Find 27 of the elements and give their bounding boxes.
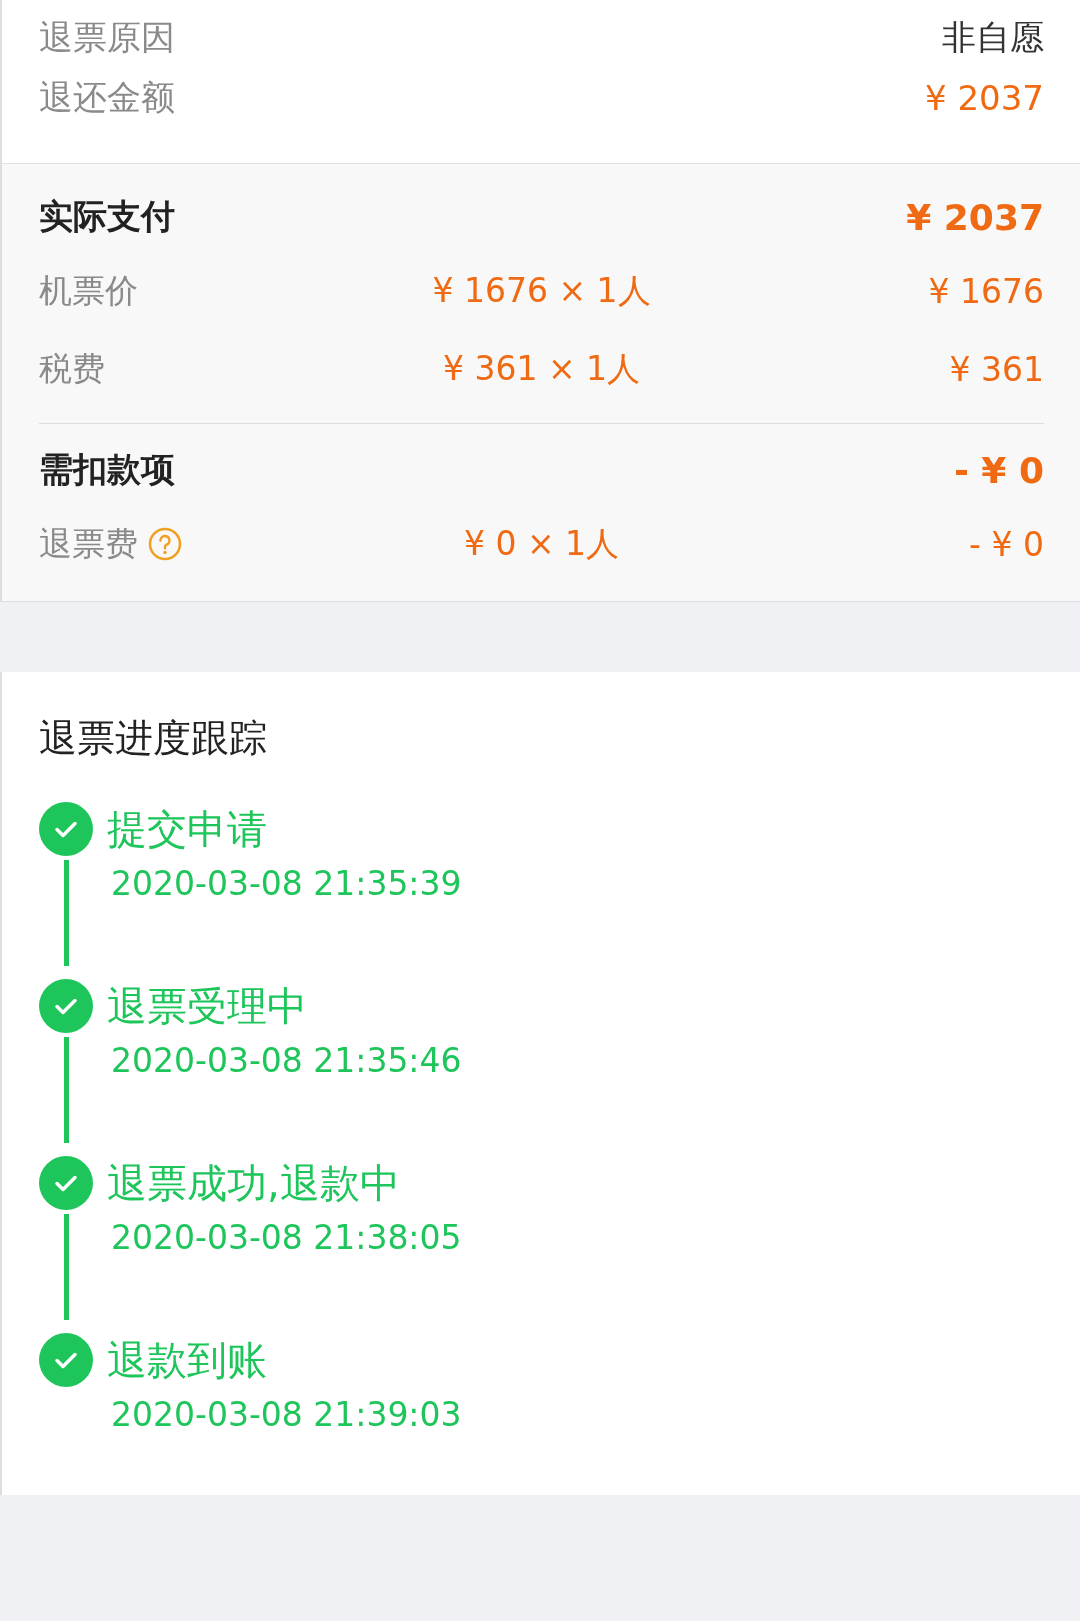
section-heading: 需扣款项 xyxy=(39,448,175,491)
step-time: 2020-03-08 21:38:05 xyxy=(111,1217,463,1259)
section-heading: 实际支付 xyxy=(39,195,175,238)
item-amount: ¥ 361 xyxy=(949,349,1044,389)
item-amount: - ¥ 0 xyxy=(969,524,1044,564)
step-time: 2020-03-08 21:39:03 xyxy=(111,1394,463,1436)
progress-title: 退票进度跟踪 xyxy=(39,715,268,762)
info-label: 退还金额 xyxy=(39,76,175,119)
item-label: 退票费 xyxy=(39,522,138,565)
step-time: 2020-03-08 21:35:39 xyxy=(111,863,463,905)
info-value: 非自愿 xyxy=(942,16,1044,59)
step-title: 退票受理中 xyxy=(107,982,308,1031)
section-total: - ¥ 0 xyxy=(953,449,1044,491)
item-label: 税费 xyxy=(39,347,105,390)
unit-price: ¥ 361 × 1人 xyxy=(442,347,641,390)
step-time: 2020-03-08 21:35:46 xyxy=(111,1040,463,1082)
item-label: 机票价 xyxy=(39,269,138,312)
step-title: 退票成功,退款中 xyxy=(107,1159,401,1208)
step-title: 退款到账 xyxy=(107,1336,268,1385)
info-value: ¥ 2037 xyxy=(925,78,1044,118)
help-icon[interactable] xyxy=(148,527,182,561)
unit-price: ¥ 0 × 1人 xyxy=(463,522,620,565)
info-label: 退票原因 xyxy=(39,16,175,59)
step-title: 提交申请 xyxy=(107,805,268,854)
item-amount: ¥ 1676 xyxy=(928,271,1044,311)
section-total: ¥ 2037 xyxy=(906,196,1044,238)
unit-price: ¥ 1676 × 1人 xyxy=(432,269,651,312)
